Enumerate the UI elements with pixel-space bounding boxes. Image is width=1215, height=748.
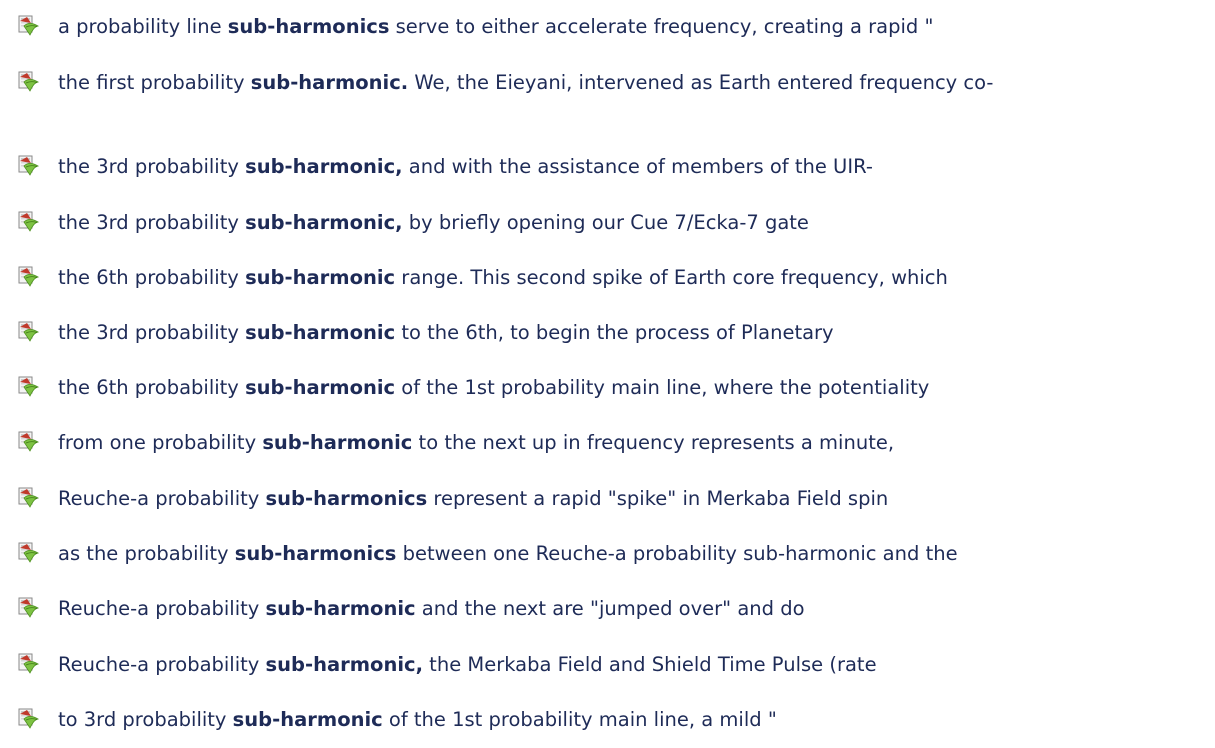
highlighted-term: sub-harmonics (234, 542, 397, 565)
snippet-before: Reuche-a probability (58, 487, 266, 510)
search-result-item[interactable]: the 6th probability sub-harmonic of the … (0, 373, 1215, 403)
result-snippet: Reuche-a probability sub-harmonic and th… (58, 597, 805, 620)
highlighted-term: sub-harmonics (265, 487, 428, 510)
snippet-after: between one Reuche-a probability sub-har… (396, 542, 958, 565)
highlighted-term: sub-harmonic, (245, 155, 403, 178)
snippet-after: by briefly opening our Cue 7/Ecka-7 gate (402, 211, 809, 234)
result-snippet: as the probability sub-harmonics between… (58, 542, 958, 565)
snippet-after: to the 6th, to begin the process of Plan… (395, 321, 834, 344)
search-result-item[interactable]: a probability line sub-harmonics serve t… (0, 12, 1215, 42)
snippet-after: of the 1st probability main line, where … (395, 376, 930, 399)
document-icon (18, 71, 40, 92)
search-result-item[interactable]: the first probability sub-harmonic. We, … (0, 68, 1215, 98)
snippet-before: from one probability (58, 431, 263, 454)
highlighted-term: sub-harmonic, (245, 211, 403, 234)
result-snippet: the 6th probability sub-harmonic of the … (58, 376, 929, 399)
snippet-before: to 3rd probability (58, 708, 233, 731)
snippet-before: the 3rd probability (58, 155, 246, 178)
result-snippet: a probability line sub-harmonics serve t… (58, 15, 933, 38)
search-result-item[interactable]: to 3rd probability sub-harmonic of the 1… (0, 705, 1215, 735)
snippet-after: to the next up in frequency represents a… (412, 431, 895, 454)
search-result-item[interactable]: Reuche-a probability sub-harmonic and th… (0, 594, 1215, 624)
search-result-item[interactable]: Reuche-a probability sub-harmonic, the M… (0, 650, 1215, 680)
search-result-item[interactable]: the 3rd probability sub-harmonic, and wi… (0, 152, 1215, 182)
search-result-item[interactable]: as the probability sub-harmonics between… (0, 539, 1215, 569)
document-icon (18, 15, 40, 36)
highlighted-term: sub-harmonic (232, 708, 383, 731)
result-snippet: the 3rd probability sub-harmonic to the … (58, 321, 834, 344)
highlighted-term: sub-harmonic (245, 321, 396, 344)
document-icon (18, 321, 40, 342)
snippet-before: a probability line (58, 15, 228, 38)
document-icon (18, 431, 40, 452)
snippet-before: the 6th probability (58, 266, 246, 289)
highlighted-term: sub-harmonic, (265, 653, 423, 676)
result-snippet: the 3rd probability sub-harmonic, and wi… (58, 155, 873, 178)
highlighted-term: sub-harmonic (245, 376, 396, 399)
search-result-item[interactable]: the 6th probability sub-harmonic range. … (0, 263, 1215, 293)
snippet-before: the 3rd probability (58, 211, 246, 234)
highlighted-term: sub-harmonics (227, 15, 390, 38)
highlighted-term: sub-harmonic (245, 266, 396, 289)
document-icon (18, 708, 40, 729)
result-snippet: the first probability sub-harmonic. We, … (58, 71, 993, 94)
result-snippet: to 3rd probability sub-harmonic of the 1… (58, 708, 777, 731)
document-icon (18, 597, 40, 618)
result-snippet: Reuche-a probability sub-harmonics repre… (58, 487, 888, 510)
document-icon (18, 266, 40, 287)
snippet-after: and with the assistance of members of th… (402, 155, 873, 178)
highlighted-term: sub-harmonic (265, 597, 416, 620)
snippet-before: the 6th probability (58, 376, 246, 399)
search-result-item[interactable]: from one probability sub-harmonic to the… (0, 428, 1215, 458)
highlighted-term: sub-harmonic (262, 431, 413, 454)
result-snippet: from one probability sub-harmonic to the… (58, 431, 894, 454)
result-snippet: the 6th probability sub-harmonic range. … (58, 266, 948, 289)
snippet-after: represent a rapid "spike" in Merkaba Fie… (427, 487, 889, 510)
document-icon (18, 653, 40, 674)
snippet-after: serve to either accelerate frequency, cr… (389, 15, 934, 38)
result-snippet: Reuche-a probability sub-harmonic, the M… (58, 653, 877, 676)
snippet-before: Reuche-a probability (58, 653, 266, 676)
highlighted-term: sub-harmonic. (250, 71, 409, 94)
snippet-after: range. This second spike of Earth core f… (395, 266, 948, 289)
snippet-after: the Merkaba Field and Shield Time Pulse … (422, 653, 877, 676)
snippet-after: of the 1st probability main line, a mild… (382, 708, 777, 731)
snippet-before: as the probability (58, 542, 235, 565)
snippet-before: Reuche-a probability (58, 597, 266, 620)
document-icon (18, 376, 40, 397)
search-result-item[interactable]: the 3rd probability sub-harmonic, by bri… (0, 208, 1215, 238)
search-result-item[interactable]: the 3rd probability sub-harmonic to the … (0, 318, 1215, 348)
document-icon (18, 211, 40, 232)
document-icon (18, 155, 40, 176)
snippet-after: We, the Eieyani, intervened as Earth ent… (408, 71, 994, 94)
snippet-before: the 3rd probability (58, 321, 246, 344)
document-icon (18, 487, 40, 508)
snippet-before: the first probability (58, 71, 251, 94)
snippet-after: and the next are "jumped over" and do (415, 597, 805, 620)
search-result-item[interactable]: Reuche-a probability sub-harmonics repre… (0, 484, 1215, 514)
result-snippet: the 3rd probability sub-harmonic, by bri… (58, 211, 809, 234)
document-icon (18, 542, 40, 563)
